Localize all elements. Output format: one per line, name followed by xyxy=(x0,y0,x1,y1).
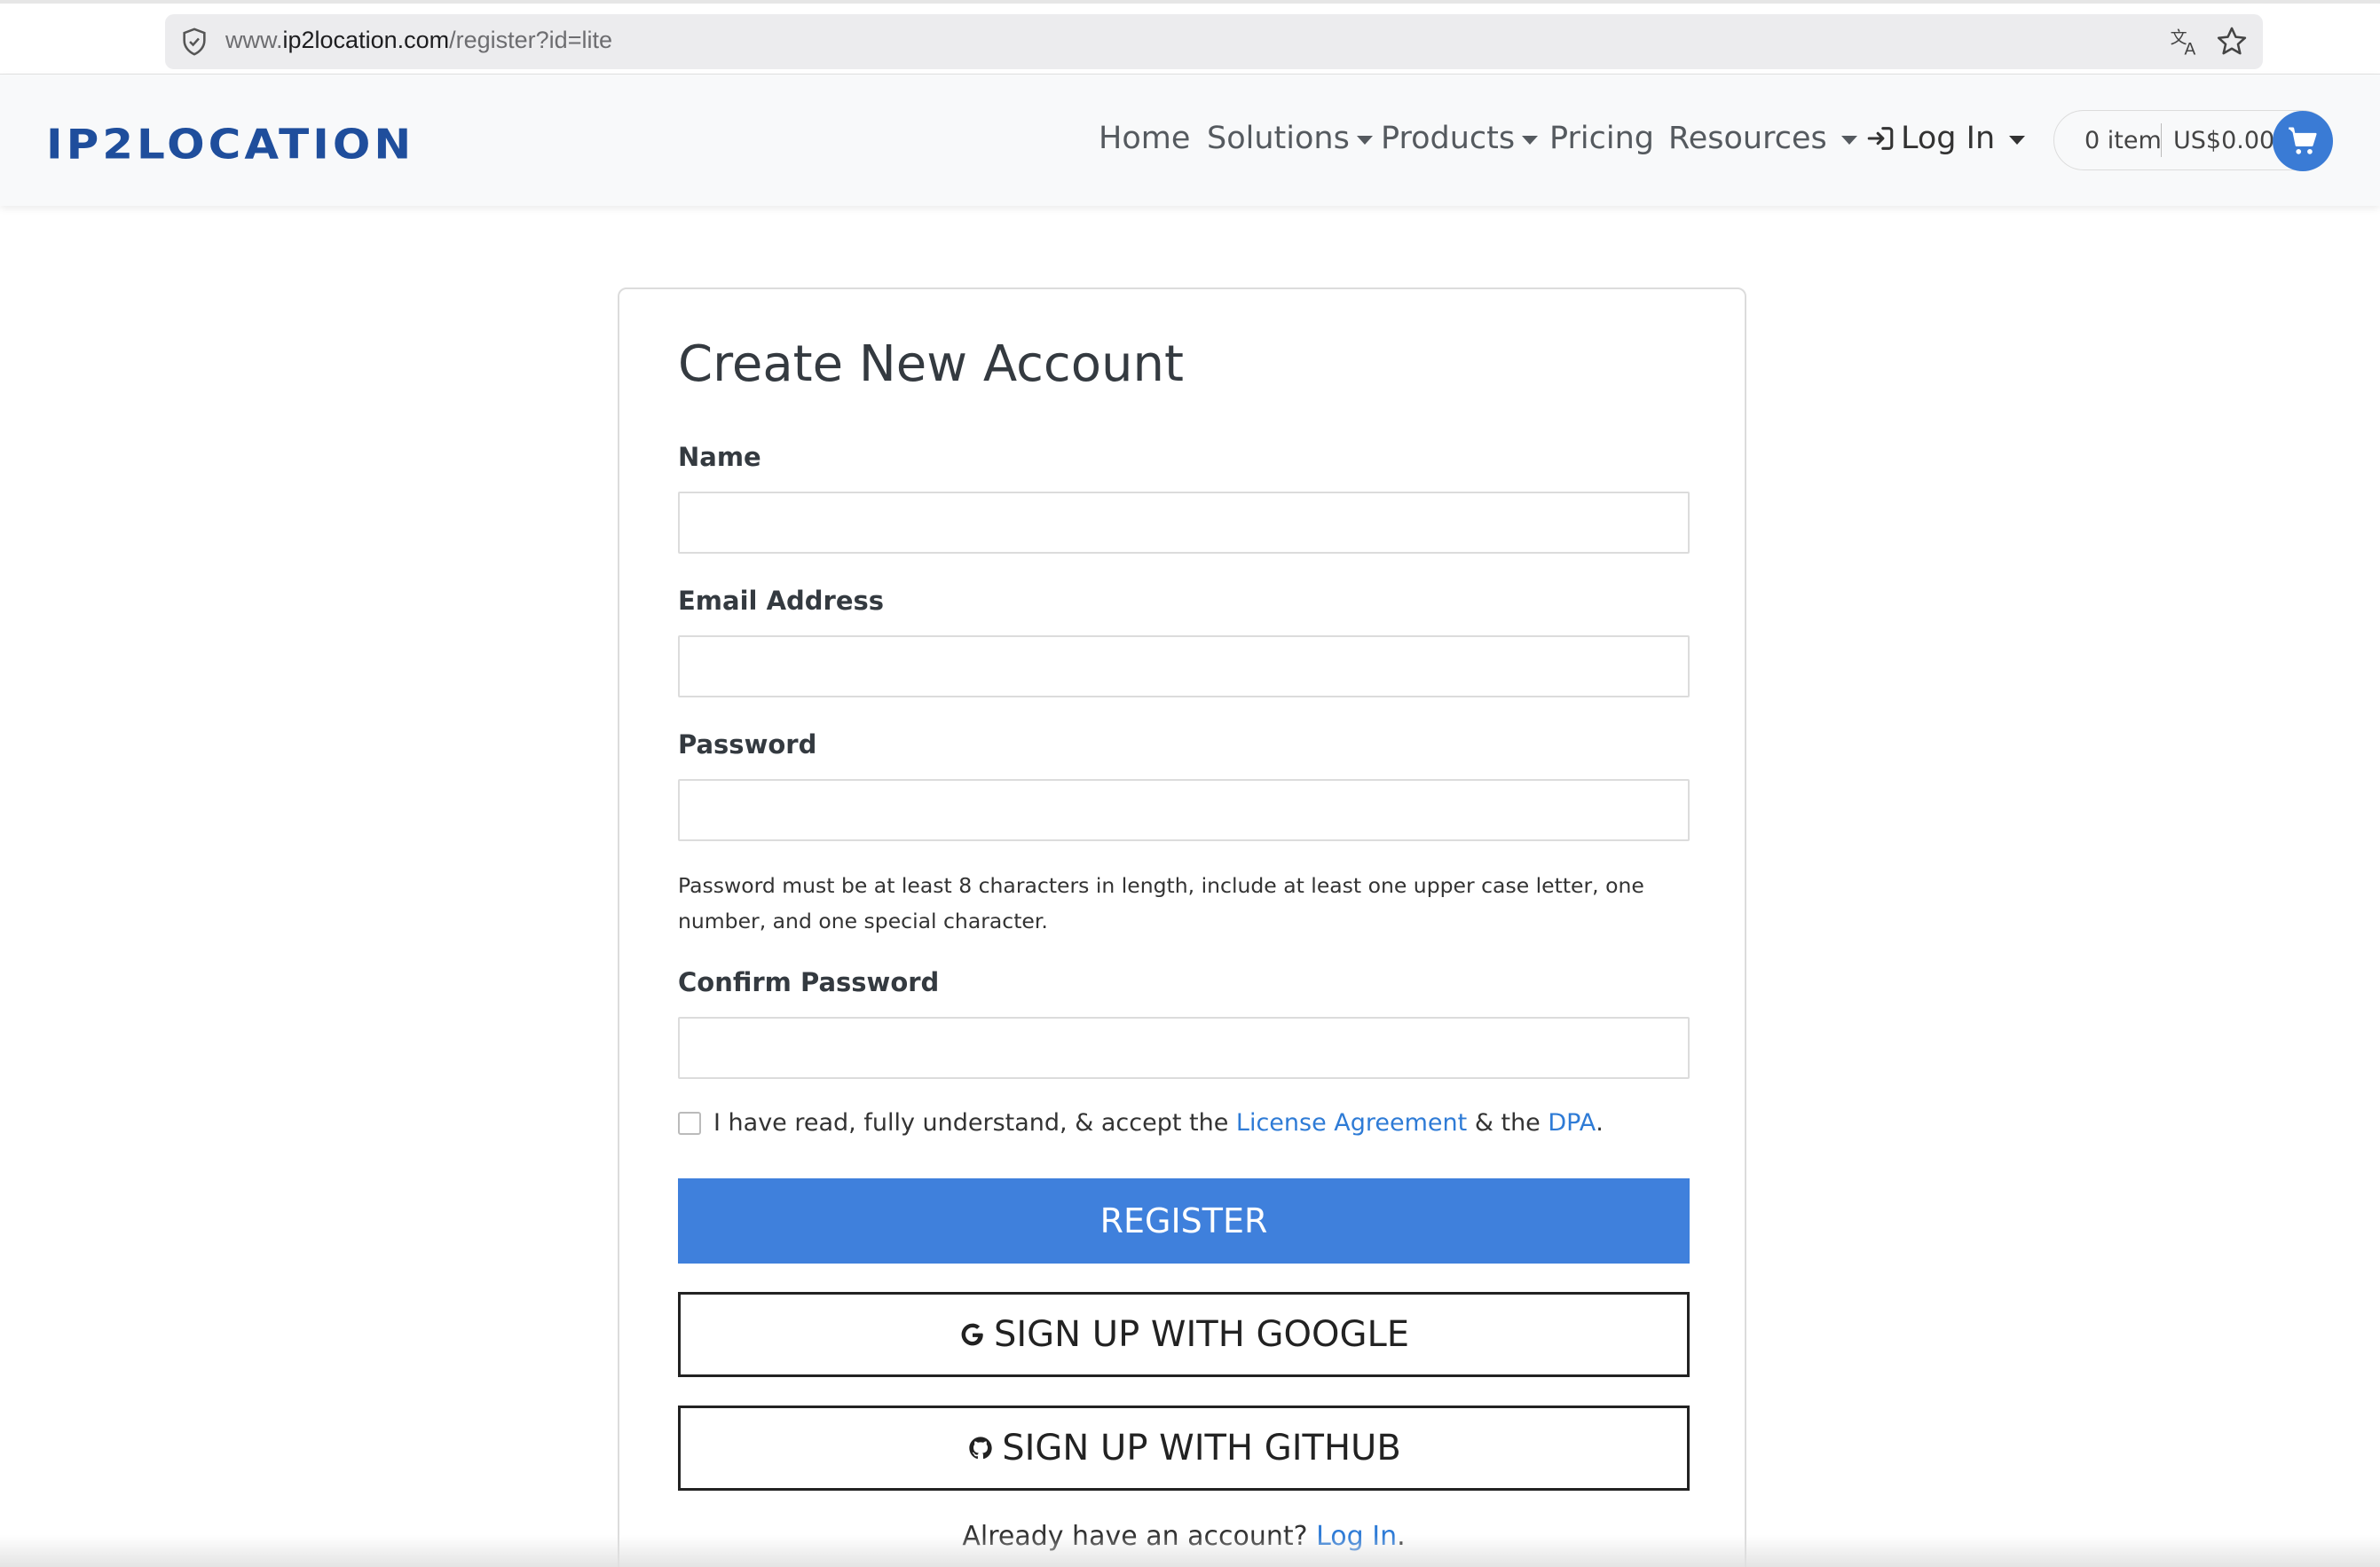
bookmark-star-icon[interactable] xyxy=(2215,25,2249,59)
password-hint: Password must be at least 8 characters i… xyxy=(678,873,1644,933)
caret-down-icon xyxy=(1522,136,1539,145)
github-signup-button[interactable]: SIGN UP WITH GITHUB xyxy=(678,1406,1690,1491)
bottom-shadow xyxy=(0,1535,2380,1567)
cart-button[interactable] xyxy=(2273,111,2333,171)
url-host: ip2location.com xyxy=(282,27,450,53)
login-icon xyxy=(1867,127,1894,150)
nav-products[interactable]: Products xyxy=(1381,121,1539,156)
page-title: Create New Account xyxy=(678,335,1184,393)
address-bar[interactable]: www.ip2location.com/register?id=lite 文 A xyxy=(165,14,2263,69)
cart-divider xyxy=(2161,123,2162,157)
email-label: Email Address xyxy=(678,586,885,616)
cart-item-count: 0 item xyxy=(2084,127,2162,154)
nav-pricing[interactable]: Pricing xyxy=(1549,121,1654,156)
shopping-cart-icon xyxy=(2289,127,2317,154)
cart-amount: US$0.00 xyxy=(2173,127,2275,154)
dpa-link[interactable]: DPA xyxy=(1548,1109,1596,1137)
agreement-period: . xyxy=(1596,1109,1604,1137)
register-button-label: REGISTER xyxy=(1099,1201,1268,1240)
cart-widget[interactable]: 0 item US$0.00 xyxy=(2053,110,2333,171)
name-label: Name xyxy=(678,442,761,472)
name-input[interactable] xyxy=(678,492,1690,554)
email-input[interactable] xyxy=(678,635,1690,697)
svg-text:A: A xyxy=(2184,39,2195,59)
github-icon xyxy=(969,1437,992,1460)
password-input[interactable] xyxy=(678,779,1690,841)
license-agreement-link[interactable]: License Agreement xyxy=(1236,1109,1467,1137)
nav-solutions-label: Solutions xyxy=(1207,121,1350,156)
google-signup-label: SIGN UP WITH GOOGLE xyxy=(993,1314,1410,1355)
confirm-password-label: Confirm Password xyxy=(678,967,940,997)
github-signup-label: SIGN UP WITH GITHUB xyxy=(1002,1428,1401,1469)
google-signup-button[interactable]: SIGN UP WITH GOOGLE xyxy=(678,1292,1690,1377)
ip2location-logo[interactable]: IP2LOCATION xyxy=(46,121,414,168)
nav-login[interactable]: Log In xyxy=(1865,121,2026,156)
nav-pricing-label: Pricing xyxy=(1549,121,1654,156)
nav-solutions[interactable]: Solutions xyxy=(1207,121,1373,156)
site-navbar: IP2LOCATION Home Solutions Products Pric… xyxy=(0,75,2380,206)
google-icon xyxy=(961,1323,983,1346)
agreement-text-and: & the xyxy=(1474,1109,1541,1137)
caret-down-icon xyxy=(2009,136,2026,145)
agreement-checkbox[interactable] xyxy=(678,1111,701,1135)
caret-down-icon xyxy=(1840,136,1857,145)
agreement-text: I have read, fully understand, & accept … xyxy=(713,1109,1229,1137)
url-path: /register?id=lite xyxy=(449,27,612,53)
nav-products-label: Products xyxy=(1381,121,1516,156)
nav-resources-label: Resources xyxy=(1668,121,1827,156)
translate-icon[interactable]: 文 A xyxy=(2169,25,2203,59)
nav-resources[interactable]: Resources xyxy=(1668,121,1857,156)
url-text[interactable]: www.ip2location.com/register?id=lite xyxy=(225,27,612,54)
browser-toolbar: www.ip2location.com/register?id=lite 文 A xyxy=(0,0,2380,75)
nav-home-label: Home xyxy=(1099,121,1191,156)
shield-icon[interactable] xyxy=(179,27,209,57)
register-card: Create New Account Name Email Address Pa… xyxy=(618,287,1746,1567)
password-label: Password xyxy=(678,729,817,760)
confirm-password-input[interactable] xyxy=(678,1017,1690,1079)
caret-down-icon xyxy=(1356,136,1373,145)
nav-home[interactable]: Home xyxy=(1099,121,1190,156)
nav-login-label: Log In xyxy=(1901,121,1996,156)
url-prefix: www. xyxy=(225,27,283,53)
agreement-row: I have read, fully understand, & accept … xyxy=(678,1109,1604,1137)
register-button[interactable]: REGISTER xyxy=(678,1178,1690,1264)
